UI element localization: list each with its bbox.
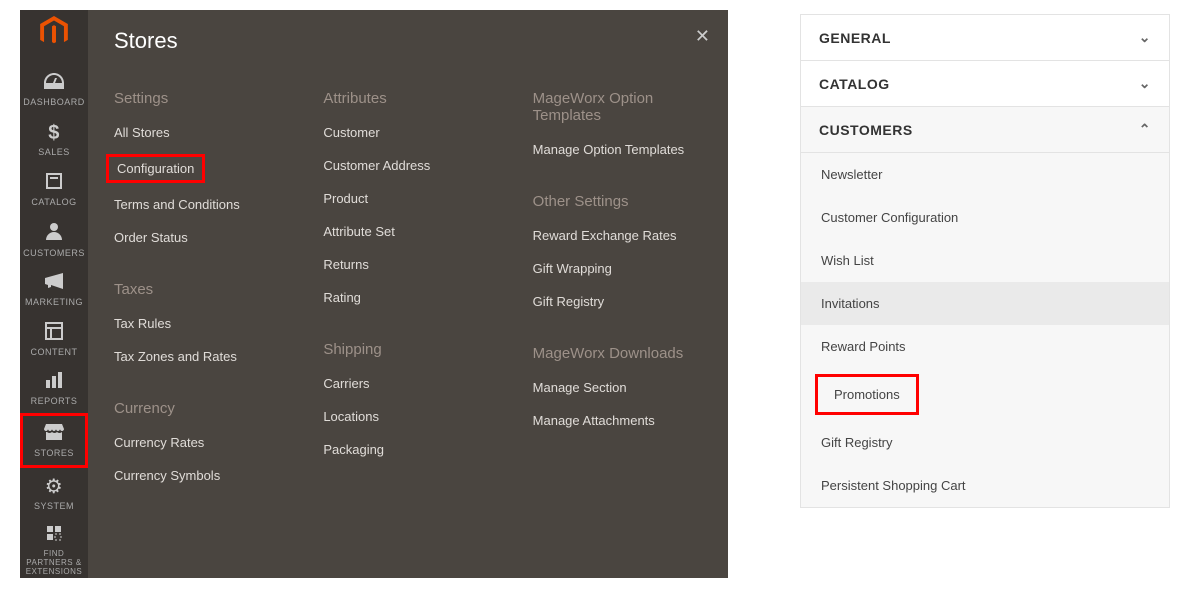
cfg-promotions[interactable]: Promotions xyxy=(815,374,919,415)
megaphone-icon xyxy=(45,273,63,294)
link-order-status[interactable]: Order Status xyxy=(114,230,283,245)
chevron-down-icon: ⌄ xyxy=(1139,29,1151,46)
nav-marketing[interactable]: MARKETING xyxy=(20,265,88,314)
link-carriers[interactable]: Carriers xyxy=(323,376,492,391)
link-configuration[interactable]: Configuration xyxy=(106,154,205,183)
partners-icon xyxy=(45,524,63,547)
link-attr-rating[interactable]: Rating xyxy=(323,290,492,305)
link-packaging[interactable]: Packaging xyxy=(323,442,492,457)
content-icon xyxy=(45,322,63,345)
acc-customers-body: Newsletter Customer Configuration Wish L… xyxy=(801,153,1169,507)
link-locations[interactable]: Locations xyxy=(323,409,492,424)
link-terms[interactable]: Terms and Conditions xyxy=(114,197,283,212)
link-tax-zones[interactable]: Tax Zones and Rates xyxy=(114,349,283,364)
heading-mw-downloads: MageWorx Downloads xyxy=(533,345,702,362)
chevron-up-icon: ⌃ xyxy=(1139,121,1151,138)
heading-settings: Settings xyxy=(114,90,283,107)
admin-sidebar: DASHBOARD $ SALES CATALOG CUSTOMERS MARK… xyxy=(20,10,88,578)
heading-other-settings: Other Settings xyxy=(533,193,702,210)
cfg-gift-registry[interactable]: Gift Registry xyxy=(801,421,1169,464)
link-reward-rates[interactable]: Reward Exchange Rates xyxy=(533,228,702,243)
heading-mw-templates: MageWorx Option Templates xyxy=(533,90,702,124)
nav-dashboard[interactable]: DASHBOARD xyxy=(20,65,88,114)
acc-catalog[interactable]: CATALOG ⌄ xyxy=(801,61,1169,107)
link-manage-attachments[interactable]: Manage Attachments xyxy=(533,413,702,428)
panel-col-3: MageWorx Option Templates Manage Option … xyxy=(533,84,702,501)
cfg-newsletter[interactable]: Newsletter xyxy=(801,153,1169,196)
config-accordion: GENERAL ⌄ CATALOG ⌄ CUSTOMERS ⌃ Newslett… xyxy=(800,14,1170,508)
cfg-customer-config[interactable]: Customer Configuration xyxy=(801,196,1169,239)
link-tax-rules[interactable]: Tax Rules xyxy=(114,316,283,331)
nav-customers[interactable]: CUSTOMERS xyxy=(20,214,88,265)
link-attr-customer[interactable]: Customer xyxy=(323,125,492,140)
heading-taxes: Taxes xyxy=(114,281,283,298)
link-gift-registry[interactable]: Gift Registry xyxy=(533,294,702,309)
nav-partners[interactable]: FIND PARTNERS & EXTENSIONS xyxy=(20,518,88,583)
dollar-icon: $ xyxy=(48,122,60,144)
link-currency-rates[interactable]: Currency Rates xyxy=(114,435,283,450)
link-attr-product[interactable]: Product xyxy=(323,191,492,206)
acc-customers[interactable]: CUSTOMERS ⌃ xyxy=(801,107,1169,153)
close-icon[interactable]: ✕ xyxy=(695,26,710,47)
cfg-invitations[interactable]: Invitations xyxy=(801,282,1169,325)
link-attr-customer-address[interactable]: Customer Address xyxy=(323,158,492,173)
chevron-down-icon: ⌄ xyxy=(1139,75,1151,92)
cfg-reward-points[interactable]: Reward Points xyxy=(801,325,1169,368)
gear-icon: ⚙ xyxy=(45,476,63,498)
heading-attributes: Attributes xyxy=(323,90,492,107)
stores-flyout-panel: Stores ✕ Settings All Stores Configurati… xyxy=(88,10,728,578)
nav-content[interactable]: CONTENT xyxy=(20,314,88,365)
customers-icon xyxy=(46,222,62,245)
heading-shipping: Shipping xyxy=(323,341,492,358)
nav-system[interactable]: ⚙ SYSTEM xyxy=(20,468,88,518)
cfg-persistent[interactable]: Persistent Shopping Cart xyxy=(801,464,1169,507)
link-manage-templates[interactable]: Manage Option Templates xyxy=(533,142,702,157)
heading-currency: Currency xyxy=(114,400,283,417)
catalog-icon xyxy=(45,172,63,195)
link-attr-set[interactable]: Attribute Set xyxy=(323,224,492,239)
magento-logo[interactable] xyxy=(40,16,68,51)
link-currency-symbols[interactable]: Currency Symbols xyxy=(114,468,283,483)
reports-icon xyxy=(45,372,63,393)
acc-general[interactable]: GENERAL ⌄ xyxy=(801,15,1169,61)
link-attr-returns[interactable]: Returns xyxy=(323,257,492,272)
nav-stores[interactable]: STORES xyxy=(20,413,88,468)
nav-sales[interactable]: $ SALES xyxy=(20,114,88,164)
panel-title: Stores xyxy=(114,28,702,54)
panel-col-1: Settings All Stores Configuration Terms … xyxy=(114,84,283,501)
link-all-stores[interactable]: All Stores xyxy=(114,125,283,140)
stores-icon xyxy=(44,424,64,445)
nav-reports[interactable]: REPORTS xyxy=(20,364,88,413)
nav-catalog[interactable]: CATALOG xyxy=(20,164,88,215)
link-manage-section[interactable]: Manage Section xyxy=(533,380,702,395)
dashboard-icon xyxy=(44,73,64,94)
cfg-wish-list[interactable]: Wish List xyxy=(801,239,1169,282)
panel-col-2: Attributes Customer Customer Address Pro… xyxy=(323,84,492,501)
link-gift-wrapping[interactable]: Gift Wrapping xyxy=(533,261,702,276)
